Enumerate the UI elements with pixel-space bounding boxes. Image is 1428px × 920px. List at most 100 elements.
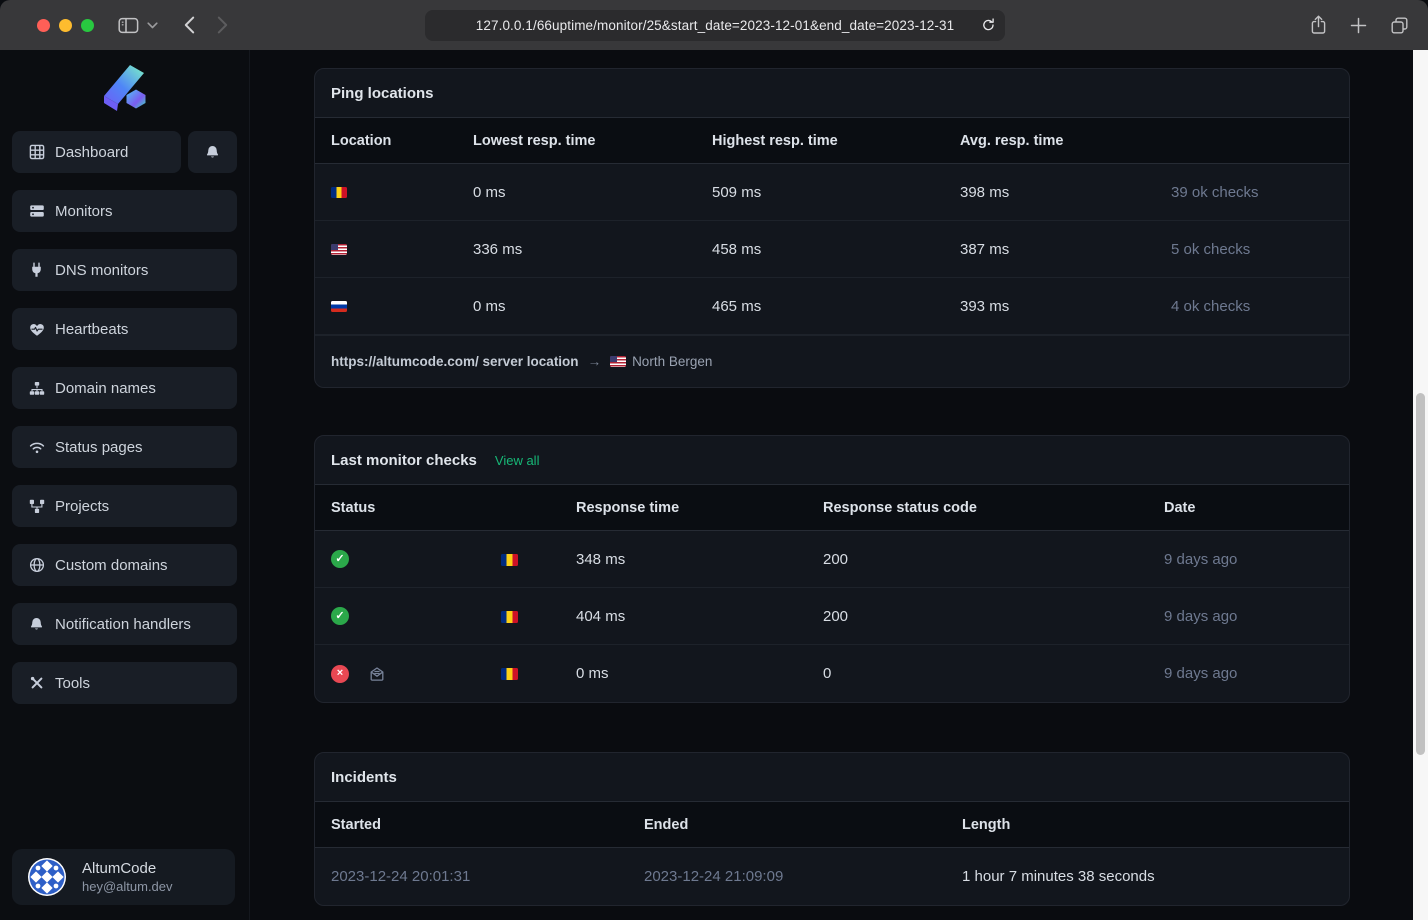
sitemap-icon bbox=[28, 381, 45, 396]
share-icon[interactable] bbox=[1310, 15, 1327, 35]
highest-resp-time: 465 ms bbox=[712, 298, 960, 315]
address-bar[interactable]: 127.0.0.1/66uptime/monitor/25&start_date… bbox=[425, 10, 1005, 41]
bell-icon bbox=[204, 144, 221, 160]
column-header: Date bbox=[1164, 500, 1333, 516]
sidebar-item-label: Notification handlers bbox=[55, 616, 191, 633]
romania-flag-icon bbox=[501, 668, 518, 680]
tab-overview-icon[interactable] bbox=[1390, 16, 1409, 35]
minimize-window-button[interactable] bbox=[59, 19, 72, 32]
user-account-card[interactable]: AltumCode hey@altum.dev bbox=[12, 849, 235, 905]
server-icon bbox=[28, 203, 45, 219]
sidebar-item-notification-handlers[interactable]: Notification handlers bbox=[12, 603, 237, 645]
sidebar-item-projects[interactable]: Projects bbox=[12, 485, 237, 527]
russia-flag-icon bbox=[331, 301, 347, 312]
toolbar-right-icons bbox=[1310, 0, 1409, 50]
scrollbar-track bbox=[1413, 50, 1428, 920]
avg-resp-time: 393 ms bbox=[960, 298, 1171, 315]
chevron-down-icon[interactable] bbox=[147, 22, 158, 29]
notifications-button[interactable] bbox=[188, 131, 237, 173]
server-location-value: North Bergen bbox=[632, 354, 712, 369]
avg-resp-time: 398 ms bbox=[960, 184, 1171, 201]
ping-locations-card: Ping locations Location Lowest resp. tim… bbox=[314, 68, 1350, 388]
sidebar-item-monitors[interactable]: Monitors bbox=[12, 190, 237, 232]
column-header: Response time bbox=[576, 500, 823, 516]
response-time: 348 ms bbox=[576, 551, 823, 568]
card-title: Incidents bbox=[331, 769, 397, 786]
sidebar-item-dashboard[interactable]: Dashboard bbox=[12, 131, 181, 173]
response-time: 404 ms bbox=[576, 608, 823, 625]
table-row: 0 ms 509 ms 398 ms 39 ok checks bbox=[315, 164, 1349, 221]
avg-resp-time: 387 ms bbox=[960, 241, 1171, 258]
sidebar-toggle-icon[interactable] bbox=[118, 16, 139, 35]
table-body: ✓ 348 ms 200 9 days ago ✓ 404 ms 200 9 d… bbox=[315, 531, 1349, 702]
column-header: Location bbox=[331, 133, 473, 149]
table-row: ✓ 404 ms 200 9 days ago bbox=[315, 588, 1349, 645]
last-monitor-checks-card: Last monitor checks View all Status Resp… bbox=[314, 435, 1350, 703]
envelope-open-icon bbox=[369, 666, 385, 681]
forward-icon[interactable] bbox=[217, 16, 228, 34]
heart-pulse-icon bbox=[28, 322, 45, 337]
diagram-project-icon bbox=[28, 499, 45, 514]
column-header: Status bbox=[331, 500, 501, 516]
ok-checks: 4 ok checks bbox=[1171, 298, 1333, 315]
ok-checks: 39 ok checks bbox=[1171, 184, 1333, 201]
sidebar-item-label: Domain names bbox=[55, 380, 156, 397]
server-location-footer: https://altumcode.com/ server location →… bbox=[315, 335, 1349, 387]
view-all-link[interactable]: View all bbox=[495, 453, 540, 468]
grid-icon bbox=[28, 144, 45, 160]
response-status-code: 0 bbox=[823, 665, 1164, 682]
ok-checks: 5 ok checks bbox=[1171, 241, 1333, 258]
romania-flag-icon bbox=[501, 554, 518, 566]
new-tab-icon[interactable] bbox=[1350, 17, 1367, 34]
url-text: 127.0.0.1/66uptime/monitor/25&start_date… bbox=[476, 18, 954, 33]
sidebar-item-label: Tools bbox=[55, 675, 90, 692]
reload-icon[interactable] bbox=[981, 17, 996, 33]
app-logo[interactable] bbox=[0, 64, 249, 114]
plug-icon bbox=[28, 262, 45, 278]
globe-icon bbox=[28, 557, 45, 573]
user-email: hey@altum.dev bbox=[82, 879, 173, 894]
column-header: Lowest resp. time bbox=[473, 133, 712, 149]
sidebar-item-label: Monitors bbox=[55, 203, 113, 220]
table-body: 2023-12-24 20:01:31 2023-12-24 21:09:09 … bbox=[315, 848, 1349, 905]
back-icon[interactable] bbox=[184, 16, 195, 34]
browser-window: 127.0.0.1/66uptime/monitor/25&start_date… bbox=[0, 0, 1428, 920]
sidebar-item-status-pages[interactable]: Status pages bbox=[12, 426, 237, 468]
avatar bbox=[28, 858, 66, 896]
tools-icon bbox=[28, 675, 45, 691]
table-row: 0 ms 465 ms 393 ms 4 ok checks bbox=[315, 278, 1349, 335]
arrow-right-icon: → bbox=[588, 354, 602, 369]
table-row: 2023-12-24 20:01:31 2023-12-24 21:09:09 … bbox=[315, 848, 1349, 905]
check-date: 9 days ago bbox=[1164, 665, 1333, 682]
sidebar-item-label: Projects bbox=[55, 498, 109, 515]
server-location-label: https://altumcode.com/ server location bbox=[331, 354, 579, 369]
table-header: Status Response time Response status cod… bbox=[315, 484, 1349, 531]
lowest-resp-time: 0 ms bbox=[473, 298, 712, 315]
lowest-resp-time: 336 ms bbox=[473, 241, 712, 258]
sidebar-item-domain-names[interactable]: Domain names bbox=[12, 367, 237, 409]
scrollbar-thumb[interactable] bbox=[1416, 393, 1425, 755]
sidebar-item-tools[interactable]: Tools bbox=[12, 662, 237, 704]
usa-flag-icon bbox=[610, 356, 626, 367]
browser-toolbar: 127.0.0.1/66uptime/monitor/25&start_date… bbox=[0, 0, 1428, 50]
response-status-code: 200 bbox=[823, 608, 1164, 625]
sidebar-item-heartbeats[interactable]: Heartbeats bbox=[12, 308, 237, 350]
incident-ended: 2023-12-24 21:09:09 bbox=[644, 868, 962, 885]
sidebar-item-custom-domains[interactable]: Custom domains bbox=[12, 544, 237, 586]
sidebar-item-label: Heartbeats bbox=[55, 321, 128, 338]
sidebar-item-label: Dashboard bbox=[55, 144, 128, 161]
usa-flag-icon bbox=[331, 244, 347, 255]
column-header: Highest resp. time bbox=[712, 133, 960, 149]
table-row: 336 ms 458 ms 387 ms 5 ok checks bbox=[315, 221, 1349, 278]
response-time: 0 ms bbox=[576, 665, 823, 682]
sidebar: Dashboard bbox=[0, 50, 250, 920]
column-header: Response status code bbox=[823, 500, 1164, 516]
sidebar-item-dns-monitors[interactable]: DNS monitors bbox=[12, 249, 237, 291]
status-up-icon: ✓ bbox=[331, 607, 349, 625]
table-row: × 0 ms 0 9 days ago bbox=[315, 645, 1349, 702]
card-title: Ping locations bbox=[331, 85, 434, 102]
response-status-code: 200 bbox=[823, 551, 1164, 568]
card-title: Last monitor checks bbox=[331, 452, 477, 469]
zoom-window-button[interactable] bbox=[81, 19, 94, 32]
close-window-button[interactable] bbox=[37, 19, 50, 32]
